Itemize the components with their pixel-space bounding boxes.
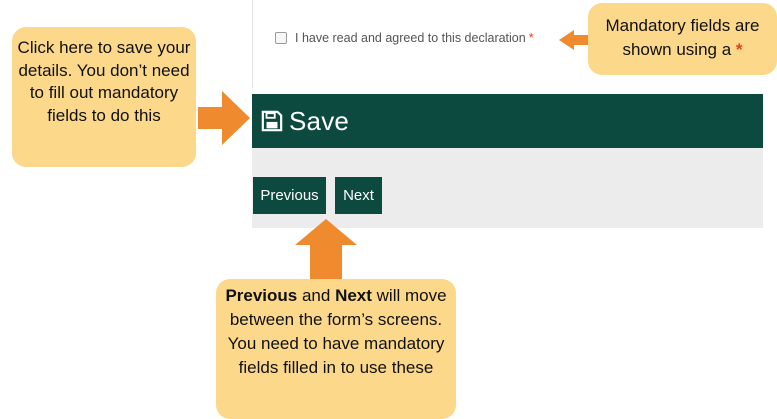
save-callout-text: Click here to save your details. You don… xyxy=(17,38,191,125)
mandatory-callout-marker: * xyxy=(735,40,743,59)
nav-callout-and: and xyxy=(297,286,336,305)
navigation-callout: Previous and Next will move between the … xyxy=(216,279,456,419)
save-callout-arrow xyxy=(198,91,250,145)
save-callout: Click here to save your details. You don… xyxy=(12,27,196,167)
save-label: Save xyxy=(289,105,350,136)
save-button[interactable]: Save xyxy=(252,94,763,148)
previous-button[interactable]: Previous xyxy=(253,177,326,214)
form-navigation: Previous Next xyxy=(252,148,763,228)
nav-callout-previous: Previous xyxy=(225,286,298,305)
required-marker: * xyxy=(528,31,534,45)
floppy-disk-icon xyxy=(261,110,283,132)
declaration-label: I have read and agreed to this declarati… xyxy=(295,31,534,45)
mandatory-callout: Mandatory fields are shown using a * xyxy=(588,3,777,75)
next-button[interactable]: Next xyxy=(335,177,382,214)
declaration-row: I have read and agreed to this declarati… xyxy=(275,31,534,45)
nav-callout-next: Next xyxy=(335,286,372,305)
declaration-checkbox[interactable] xyxy=(275,32,287,44)
